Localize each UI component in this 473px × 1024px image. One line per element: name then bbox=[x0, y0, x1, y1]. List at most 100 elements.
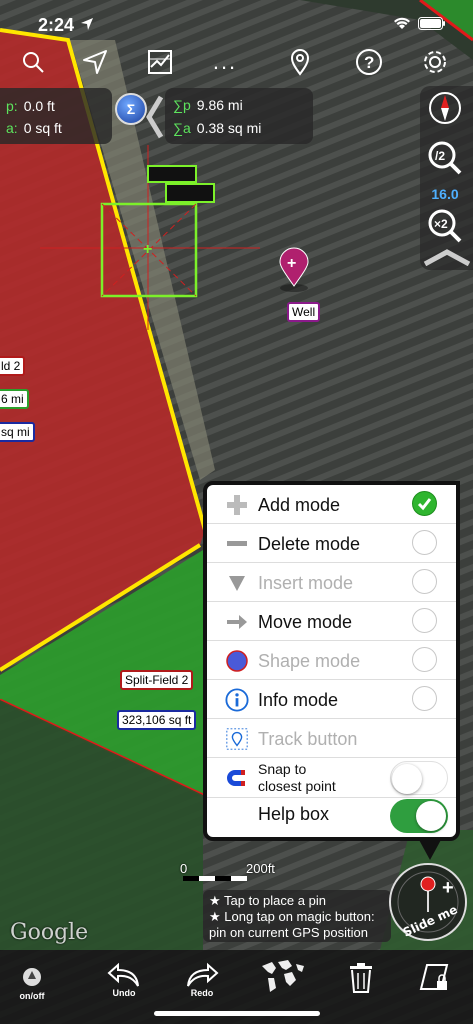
lock-edit-button[interactable] bbox=[410, 954, 458, 1002]
snap-label-line2: closest point bbox=[258, 778, 336, 794]
track-icon bbox=[225, 727, 249, 751]
trash-icon bbox=[350, 963, 372, 993]
search-icon[interactable] bbox=[13, 40, 53, 84]
wifi-icon bbox=[393, 16, 411, 35]
svg-text:+: + bbox=[287, 255, 296, 272]
magic-button[interactable]: + Slide me bbox=[388, 862, 468, 942]
mode-menu: Add mode Delete mode Insert mode Move mo… bbox=[203, 481, 460, 841]
area-value: 0 sq ft bbox=[23, 120, 62, 136]
menu-item-delete-mode[interactable]: Delete mode bbox=[207, 524, 456, 563]
help-box-toggle[interactable] bbox=[390, 799, 448, 833]
map-layers-icon[interactable] bbox=[140, 40, 180, 84]
menu-item-move-mode[interactable]: Move mode bbox=[207, 602, 456, 641]
split-field-area-label[interactable]: 323,106 sq ft bbox=[117, 710, 197, 730]
split-field-label[interactable]: Split-Field 2 bbox=[120, 670, 194, 690]
menu-item-shape-mode[interactable]: Shape mode bbox=[207, 641, 456, 680]
svg-text:/2: /2 bbox=[435, 149, 445, 163]
scale-zero: 0 bbox=[180, 861, 188, 876]
settings-icon[interactable] bbox=[415, 40, 455, 84]
arrow-right-icon bbox=[225, 610, 249, 634]
svg-text:+: + bbox=[143, 241, 152, 258]
redo-button[interactable]: Redo bbox=[178, 956, 226, 1004]
menu-item-label: Info mode bbox=[258, 690, 339, 710]
radio-button[interactable] bbox=[412, 569, 437, 594]
total-area-value: 0.38 sq mi bbox=[196, 120, 262, 136]
help-line-2: ★ Long tap on magic button: bbox=[209, 909, 375, 924]
field-perimeter-label[interactable]: 6 mi bbox=[0, 389, 29, 409]
measure-panel-right: ∑p 9.86 mi ∑a 0.38 sq mi bbox=[165, 88, 313, 144]
home-indicator bbox=[154, 1011, 320, 1016]
scale-distance: 200ft bbox=[246, 861, 275, 876]
bottom-toolbar: on/off Undo Redo bbox=[0, 950, 473, 1024]
sigma-button[interactable]: Σ bbox=[115, 93, 147, 125]
top-toolbar: ... ? bbox=[0, 40, 473, 86]
well-label[interactable]: Well bbox=[287, 302, 321, 322]
snap-label-line1: Snap to bbox=[258, 761, 307, 777]
minus-icon bbox=[225, 532, 249, 556]
snap-toggle[interactable] bbox=[390, 761, 448, 795]
menu-item-info-mode[interactable]: Info mode bbox=[207, 680, 456, 719]
toggle-knob bbox=[416, 801, 446, 831]
total-perimeter-value: 9.86 mi bbox=[196, 97, 243, 113]
battery-icon bbox=[418, 17, 446, 35]
collapse-up-chevron-icon[interactable] bbox=[423, 248, 471, 271]
world-map-icon bbox=[262, 960, 304, 992]
menu-item-help-box: Help box bbox=[207, 798, 456, 837]
radio-button[interactable] bbox=[412, 530, 437, 555]
help-hint-box: ★ Tap to place a pin ★ Long tap on magic… bbox=[203, 890, 391, 942]
undo-button[interactable]: Undo bbox=[100, 956, 148, 1004]
pin-icon[interactable] bbox=[280, 40, 320, 84]
zoom-in-icon[interactable]: ×2 bbox=[427, 208, 463, 249]
field-area-label[interactable]: sq mi bbox=[0, 422, 35, 442]
menu-item-label: Add mode bbox=[258, 495, 341, 515]
radio-button[interactable] bbox=[412, 647, 437, 672]
menu-item-track-button[interactable]: Track button bbox=[207, 719, 456, 758]
menu-item-add-mode[interactable]: Add mode bbox=[207, 485, 456, 524]
undo-icon bbox=[107, 962, 139, 987]
svg-text:+: + bbox=[442, 877, 454, 899]
onoff-button[interactable]: on/off bbox=[8, 960, 56, 1008]
total-perimeter-key: ∑p bbox=[173, 97, 191, 113]
help-line-1: ★ Tap to place a pin bbox=[209, 893, 326, 908]
field-name-label[interactable]: ld 2 bbox=[0, 356, 26, 376]
delete-button[interactable] bbox=[337, 954, 385, 1002]
insert-triangle-icon bbox=[225, 571, 249, 595]
help-icon[interactable]: ? bbox=[349, 40, 389, 84]
globe-button[interactable] bbox=[258, 952, 306, 1000]
zoom-out-icon[interactable]: /2 bbox=[427, 140, 463, 181]
menu-item-label: Move mode bbox=[258, 612, 353, 632]
redo-icon bbox=[187, 962, 219, 987]
menu-item-label: Delete mode bbox=[258, 534, 361, 554]
perimeter-value: 0.0 ft bbox=[23, 98, 55, 114]
plus-icon bbox=[225, 493, 249, 517]
shape-circle-icon bbox=[225, 649, 249, 673]
undo-label: Undo bbox=[112, 988, 136, 998]
total-area-key: ∑a bbox=[173, 120, 191, 136]
power-icon bbox=[23, 968, 41, 986]
google-attribution: Google bbox=[10, 920, 89, 945]
more-icon[interactable]: ... bbox=[205, 40, 245, 84]
measure-panel-left: p: 0.0 ft a: 0 sq ft bbox=[0, 88, 112, 144]
info-icon bbox=[225, 688, 249, 712]
checkmark-icon[interactable] bbox=[412, 491, 437, 516]
redo-label: Redo bbox=[190, 988, 214, 998]
menu-item-insert-mode[interactable]: Insert mode bbox=[207, 563, 456, 602]
menu-item-snap: Snap to closest point bbox=[207, 758, 456, 798]
location-arrow-icon[interactable] bbox=[75, 40, 115, 84]
clock: 2:24 bbox=[38, 15, 75, 35]
menu-item-label: Insert mode bbox=[258, 573, 354, 593]
help-box-label: Help box bbox=[258, 804, 330, 824]
location-arrow-status-icon bbox=[80, 17, 94, 36]
radio-button[interactable] bbox=[412, 608, 437, 633]
radio-button[interactable] bbox=[412, 686, 437, 711]
menu-item-label: Shape mode bbox=[258, 651, 361, 671]
compass-icon[interactable] bbox=[428, 91, 462, 130]
magnet-icon bbox=[225, 766, 249, 790]
toggle-knob bbox=[392, 764, 422, 794]
collapse-chevron-icon[interactable] bbox=[146, 95, 164, 144]
help-line-3: pin on current GPS position bbox=[209, 925, 368, 940]
lock-edit-icon bbox=[419, 964, 449, 990]
perimeter-key: p: bbox=[6, 98, 18, 114]
menu-item-label: Track button bbox=[258, 729, 358, 749]
svg-text:?: ? bbox=[364, 53, 374, 72]
